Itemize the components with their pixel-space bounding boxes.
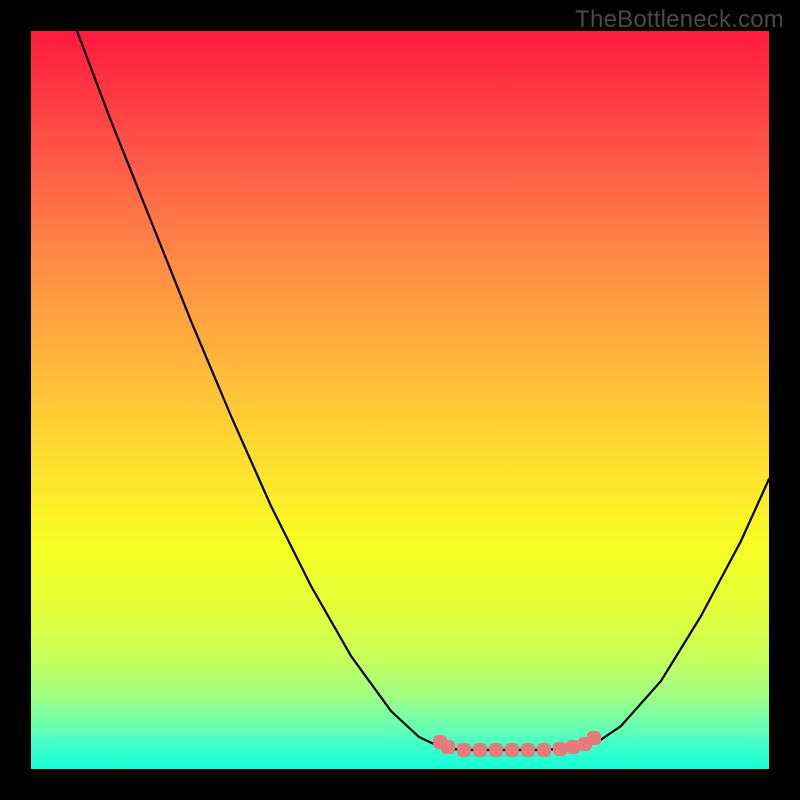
curve-layer	[31, 31, 769, 769]
watermark-text: TheBottleneck.com	[575, 6, 784, 34]
marker-dot	[538, 744, 551, 757]
marker-dot	[458, 744, 471, 757]
marker-dot	[442, 741, 455, 754]
plot-area	[31, 31, 769, 769]
bottleneck-curve	[77, 31, 769, 750]
marker-dot	[490, 744, 503, 757]
marker-dot	[588, 732, 601, 745]
bottom-marker-cluster	[434, 732, 601, 757]
marker-dot	[474, 744, 487, 757]
chart-frame: TheBottleneck.com	[0, 0, 800, 800]
marker-dot	[506, 744, 519, 757]
marker-dot	[567, 741, 580, 754]
marker-dot	[522, 744, 535, 757]
marker-dot	[554, 743, 567, 756]
